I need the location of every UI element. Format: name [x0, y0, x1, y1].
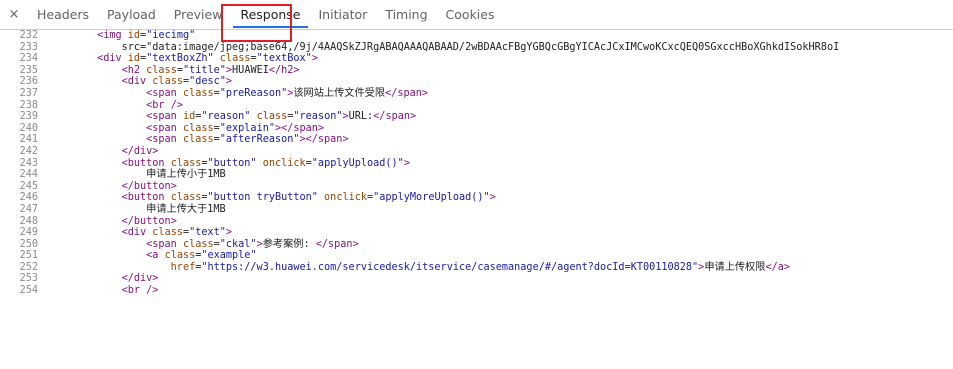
code-line: 240 <span class="explain"></span> [0, 123, 953, 135]
tab-payload[interactable]: Payload [98, 0, 165, 30]
code-line: 247 申请上传大于1MB [0, 204, 953, 216]
code-line: 243 <button class="button" onclick="appl… [0, 158, 953, 170]
code-text: </button> [121, 180, 177, 192]
line-number: 247 [19, 203, 38, 215]
code-line: 232 <img id="iecimg" [0, 30, 953, 42]
code-line: 250 <span class="ckal">参考案例: </span> [0, 239, 953, 251]
code-line: 246 <button class="button tryButton" onc… [0, 192, 953, 204]
line-number: 252 [19, 261, 38, 273]
code-text: <div class="desc"> [121, 76, 233, 88]
code-text: <span class="ckal">参考案例: </span> [146, 238, 359, 250]
line-number: 236 [19, 76, 38, 88]
code-text: <span id="reason" class="reason">URL:</s… [146, 111, 417, 123]
code-text: <span class="explain"></span> [146, 122, 325, 134]
code-line: 236 <div class="desc"> [0, 76, 953, 88]
code-text: </div> [121, 145, 159, 157]
devtools-tab-bar: × Headers Payload Preview Response Initiator… [0, 0, 953, 30]
code-line: 244 申请上传小于1MB [0, 169, 953, 181]
tab-cookies[interactable]: Cookies [437, 0, 504, 30]
tab-initiator[interactable]: Initiator [310, 0, 377, 30]
code-line: 253 </div> [0, 273, 953, 285]
line-number: 245 [19, 180, 38, 192]
line-number: 249 [19, 227, 38, 239]
line-number: 233 [19, 41, 38, 53]
code-text: </div> [121, 273, 159, 285]
line-number: 242 [19, 145, 38, 157]
code-text: <span class="preReason">该网站上传文件受限</span> [146, 87, 429, 99]
code-line: 245 </button> [0, 181, 953, 193]
code-line: 239 <span id="reason" class="reason">URL… [0, 111, 953, 123]
close-icon[interactable]: × [0, 7, 28, 22]
line-number: 243 [19, 157, 38, 169]
line-number: 246 [19, 192, 38, 204]
code-text: <img id="iecimg" [97, 30, 196, 41]
code-text: 申请上传大于1MB [48, 203, 226, 215]
code-text: 申请上传小于1MB [48, 169, 226, 181]
code-text: <h2 class="title">HUAWEI</h2> [121, 64, 300, 76]
code-line: 249 <div class="text"> [0, 227, 953, 239]
line-number: 251 [19, 250, 38, 262]
code-text: <div class="text"> [121, 227, 233, 239]
code-line: 254 <br /> [0, 285, 953, 297]
tab-headers[interactable]: Headers [28, 0, 98, 30]
code-text: </button> [121, 215, 177, 227]
line-number: 239 [19, 111, 38, 123]
line-number: 234 [19, 53, 38, 65]
line-number: 232 [19, 30, 38, 41]
code-text: <div id="textBoxZh" class="textBox"> [97, 53, 318, 65]
line-number: 248 [19, 215, 38, 227]
code-text: <span class="afterReason"></span> [146, 134, 349, 146]
code-text: src="data:image/jpeg;base64,/9j/4AAQSkZJ… [48, 41, 840, 53]
line-number: 241 [19, 134, 38, 146]
line-number: 240 [19, 122, 38, 134]
code-text: <a class="example" [146, 250, 257, 262]
code-text: <br /> [121, 285, 159, 297]
code-text: <button class="button" onclick="applyUpl… [121, 157, 410, 169]
line-number: 244 [19, 169, 38, 181]
code-text: href="https://w3.huawei.com/servicedesk/… [170, 261, 790, 273]
code-line: 237 <span class="preReason">该网站上传文件受限</s… [0, 88, 953, 100]
code-line: 251 <a class="example" [0, 250, 953, 262]
line-number: 250 [19, 238, 38, 250]
line-number: 235 [19, 64, 38, 76]
code-line: 242 </div> [0, 146, 953, 158]
tab-timing[interactable]: Timing [376, 0, 436, 30]
code-line: 241 <span class="afterReason"></span> [0, 134, 953, 146]
code-text: <br /> [146, 99, 183, 111]
code-line: 235 <h2 class="title">HUAWEI</h2> [0, 65, 953, 77]
tab-response[interactable]: Response [231, 0, 309, 30]
line-number: 253 [19, 273, 38, 285]
code-text: <button class="button tryButton" onclick… [121, 192, 496, 204]
code-line: 233 src="data:image/jpeg;base64,/9j/4AAQ… [0, 42, 953, 54]
code-line: 248 </button> [0, 216, 953, 228]
line-number: 254 [19, 285, 38, 297]
response-source-view[interactable]: 232 <img id="iecimg" 233 src="data:image/… [0, 30, 953, 369]
line-number: 237 [19, 87, 38, 99]
code-line: 234 <div id="textBoxZh" class="textBox"> [0, 53, 953, 65]
code-line: 238 <br /> [0, 100, 953, 112]
tabs: Headers Payload Preview Response Initiator Ti… [28, 0, 504, 30]
tab-preview[interactable]: Preview [165, 0, 232, 30]
line-number: 238 [19, 99, 38, 111]
code-line: 252 href="https://w3.huawei.com/serviced… [0, 262, 953, 274]
